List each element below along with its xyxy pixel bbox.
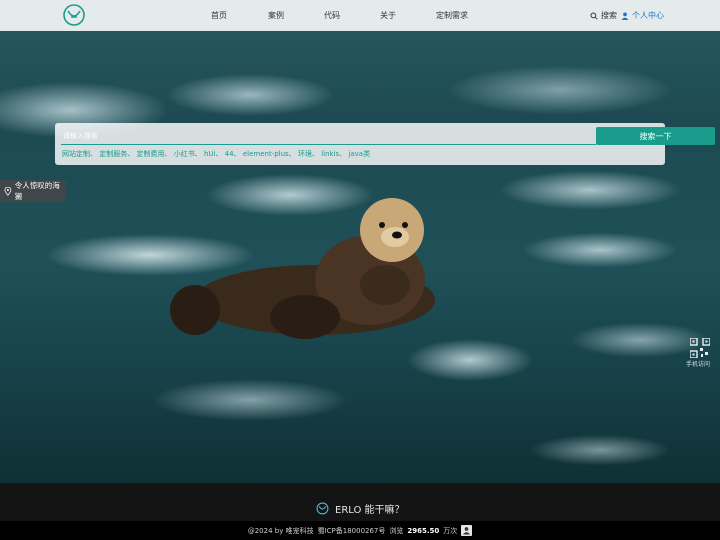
qr-code-label: 手机访问 bbox=[686, 361, 711, 368]
tag-item[interactable]: java类 bbox=[348, 150, 370, 158]
logo-icon bbox=[316, 502, 329, 515]
nav-code[interactable]: 代码 bbox=[324, 10, 340, 21]
tag-item[interactable]: element-plus bbox=[243, 150, 289, 158]
nav-home[interactable]: 首页 bbox=[211, 10, 227, 21]
security-badge-icon[interactable] bbox=[461, 525, 473, 536]
tag-item[interactable]: 定制费用 bbox=[136, 150, 164, 158]
nav-cases[interactable]: 案例 bbox=[268, 10, 284, 21]
image-caption-tag[interactable]: 令人惊叹的海獭 bbox=[0, 180, 66, 202]
tag-item[interactable]: 网站定制 bbox=[62, 150, 90, 158]
logo-icon[interactable] bbox=[62, 3, 86, 27]
tag-item[interactable]: 定制服务 bbox=[99, 150, 127, 158]
hot-tags: 网站定制、 定制服务、 定制费用、 小红书、 hUi、 44、 element-… bbox=[62, 150, 371, 158]
nav-user-center[interactable]: 个人中心 bbox=[621, 10, 664, 21]
top-navigation-bar: 首页 案例 代码 关于 定制需求 搜索 个人中心 bbox=[0, 0, 720, 31]
hero-background-image bbox=[0, 0, 720, 483]
image-caption-text: 令人惊叹的海獭 bbox=[14, 181, 60, 201]
icp-link[interactable]: 蜀ICP备18000267号 bbox=[318, 526, 386, 536]
sea-otter-illustration bbox=[170, 198, 435, 339]
search-input[interactable] bbox=[61, 128, 596, 145]
nav-user-label: 个人中心 bbox=[632, 11, 664, 20]
copyright-text: @2024 by 唯宠科技 bbox=[247, 526, 314, 535]
nav-search-label: 搜索 bbox=[601, 11, 617, 20]
nav-search-button[interactable]: 搜索 bbox=[590, 10, 617, 21]
views-prefix: 浏览 bbox=[389, 526, 404, 535]
search-submit-button[interactable]: 搜索一下 bbox=[596, 127, 715, 145]
nav-custom-request[interactable]: 定制需求 bbox=[436, 10, 468, 21]
footer-bottom-bar: @2024 by 唯宠科技 蜀ICP备18000267号 浏览 2965.50 … bbox=[0, 521, 720, 540]
tag-item[interactable]: hUi bbox=[204, 150, 216, 158]
location-pin-icon bbox=[4, 186, 12, 196]
tag-item[interactable]: 小红书 bbox=[174, 150, 195, 158]
user-icon bbox=[621, 12, 629, 20]
tag-item[interactable]: 44 bbox=[225, 150, 234, 158]
search-panel: 搜索一下 网站定制、 定制服务、 定制费用、 小红书、 hUi、 44、 ele… bbox=[55, 123, 715, 165]
nav-about[interactable]: 关于 bbox=[380, 10, 396, 21]
tag-item[interactable]: 环境 bbox=[298, 150, 312, 158]
search-icon bbox=[590, 11, 598, 20]
views-unit: 万次 bbox=[443, 526, 458, 535]
views-count: 2965.50 bbox=[407, 526, 440, 535]
qr-code-icon[interactable] bbox=[690, 338, 710, 358]
footer-title: ERLO 能干嘛？ bbox=[316, 501, 405, 516]
tag-item[interactable]: linkis bbox=[321, 150, 339, 158]
footer-title-text: ERLO 能干嘛？ bbox=[335, 505, 405, 516]
